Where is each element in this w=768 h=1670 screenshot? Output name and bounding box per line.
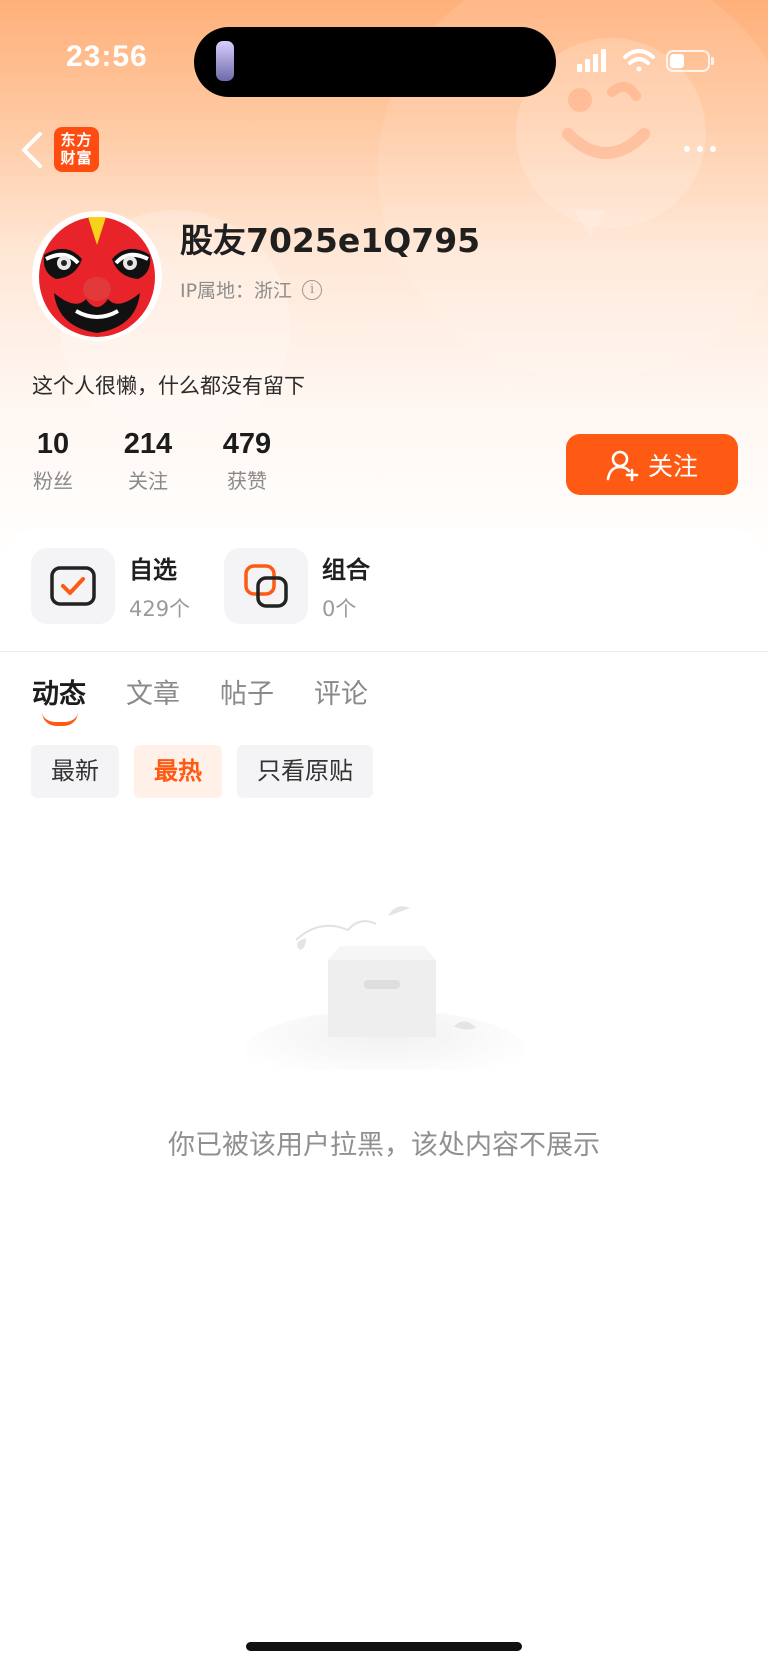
stat-following[interactable]: 214 关注 — [120, 428, 176, 494]
stat-label: 关注 — [128, 469, 168, 493]
feature-count: 0个 — [322, 596, 357, 621]
empty-state-message: 你已被该用户拉黑，该处内容不展示 — [168, 1130, 600, 1161]
back-button[interactable] — [16, 128, 48, 172]
stat-label: 粉丝 — [33, 469, 73, 493]
divider — [0, 651, 768, 652]
tab-label: 评论 — [314, 679, 368, 710]
app-logo: 东方 财富 — [54, 127, 99, 172]
battery-icon — [666, 50, 714, 72]
status-time: 23:56 — [66, 40, 148, 73]
stacked-squares-icon — [244, 564, 288, 608]
wifi-icon — [623, 49, 655, 72]
ip-location-text: IP属地：浙江 — [180, 280, 293, 302]
tab-comments[interactable]: 评论 — [314, 672, 368, 711]
opera-mask-avatar-image — [36, 215, 158, 337]
stat-value: 479 — [222, 428, 272, 460]
tab-label: 文章 — [126, 679, 180, 710]
stat-value: 10 — [36, 428, 70, 460]
dynamic-island — [194, 27, 556, 97]
empty-box-illustration — [245, 906, 525, 1070]
ip-location-row: IP属地：浙江 i — [180, 276, 323, 303]
stat-likes[interactable]: 479 获赞 — [218, 428, 276, 494]
status-icons — [577, 49, 714, 72]
follow-button-label: 关注 — [647, 451, 698, 481]
bio: 这个人很懒，什么都没有留下 — [32, 374, 305, 398]
feature-icon-box[interactable] — [224, 548, 308, 624]
stat-followers[interactable]: 10 粉丝 — [30, 428, 76, 494]
feature-watchlist[interactable]: 自选 429个 — [31, 548, 190, 624]
tab-articles[interactable]: 文章 — [126, 672, 180, 711]
avatar[interactable] — [32, 211, 162, 341]
follow-button[interactable]: 关注 — [566, 434, 738, 495]
app-logo-line1: 东方 — [60, 131, 93, 149]
decorative-smile-icon — [562, 81, 650, 159]
feature-icon-box[interactable] — [31, 548, 115, 624]
feature-title: 自选 — [129, 555, 177, 584]
filter-original-only[interactable]: 只看原贴 — [237, 745, 373, 798]
feature-count: 429个 — [129, 596, 191, 621]
info-icon[interactable]: i — [302, 279, 323, 300]
tab-posts[interactable]: 帖子 — [220, 672, 274, 711]
stat-value: 214 — [123, 428, 173, 460]
check-square-icon — [50, 566, 96, 606]
tab-activity[interactable]: 动态 — [32, 672, 86, 726]
add-user-icon — [606, 450, 639, 481]
signal-icon — [577, 49, 606, 72]
filter-latest[interactable]: 最新 — [31, 745, 119, 798]
feature-title: 组合 — [322, 555, 370, 584]
stat-label: 获赞 — [227, 469, 267, 493]
tab-label: 帖子 — [220, 679, 274, 710]
filter-chips: 最新 最热 只看原贴 — [31, 745, 388, 798]
flashlight-icon — [216, 41, 234, 81]
tab-label: 动态 — [32, 679, 86, 710]
filter-hottest[interactable]: 最热 — [134, 745, 222, 798]
more-options-icon[interactable] — [684, 136, 728, 162]
tab-bar: 动态 文章 帖子 评论 — [32, 672, 408, 726]
home-indicator[interactable] — [246, 1642, 522, 1651]
feature-portfolio[interactable]: 组合 0个 — [224, 548, 370, 624]
app-logo-line2: 财富 — [60, 149, 93, 167]
username: 股友7025e1Q795 — [180, 221, 481, 260]
